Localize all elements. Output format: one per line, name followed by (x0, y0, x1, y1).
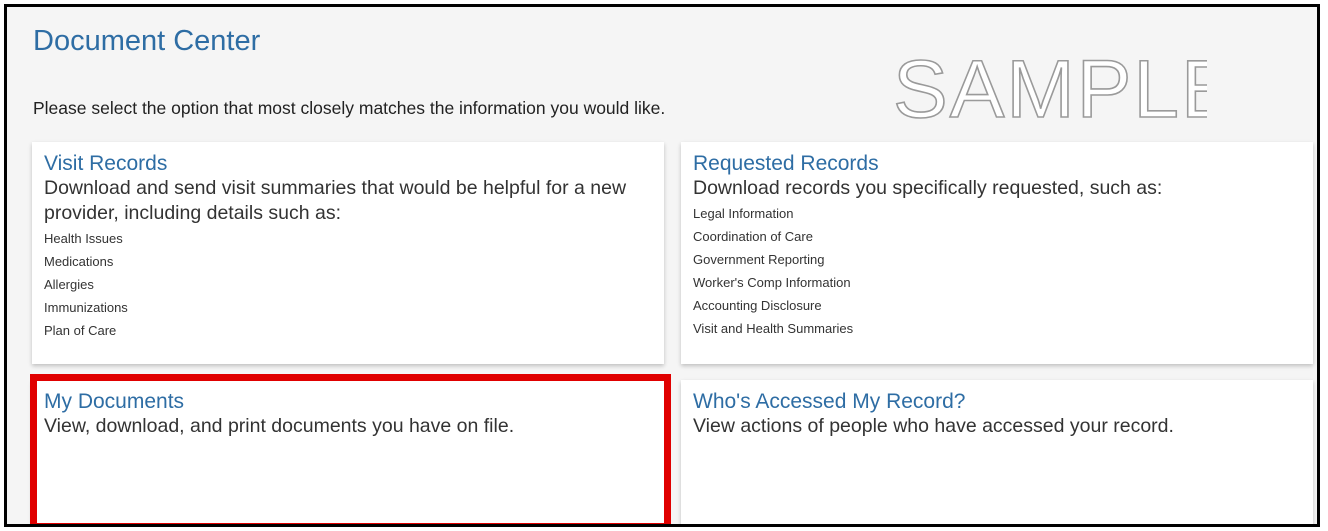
visit-records-list: Health Issues Medications Allergies Immu… (44, 227, 652, 342)
whos-accessed-title[interactable]: Who's Accessed My Record? (693, 390, 1301, 414)
visit-records-card[interactable]: Visit Records Download and send visit su… (32, 142, 664, 364)
list-item: Accounting Disclosure (693, 298, 822, 313)
whos-accessed-card[interactable]: Who's Accessed My Record? View actions o… (681, 380, 1313, 524)
document-center-panel: Document Center SAMPLE Please select the… (4, 4, 1320, 527)
list-item: Plan of Care (44, 323, 117, 338)
list-item: Visit and Health Summaries (693, 321, 854, 336)
requested-records-description: Download records you specifically reques… (693, 177, 1163, 199)
my-documents-description: View, download, and print documents you … (44, 415, 515, 437)
list-item: Legal Information (693, 206, 794, 221)
whos-accessed-description: View actions of people who have accessed… (693, 415, 1174, 437)
requested-records-list: Legal Information Coordination of Care G… (693, 202, 1301, 340)
page-title: Document Center (33, 25, 261, 57)
list-item: Medications (44, 254, 114, 269)
requested-records-title[interactable]: Requested Records (693, 152, 1301, 176)
list-item: Allergies (44, 277, 94, 292)
my-documents-card[interactable]: My Documents View, download, and print d… (32, 380, 664, 524)
list-item: Government Reporting (693, 252, 825, 267)
my-documents-title[interactable]: My Documents (44, 390, 652, 414)
list-item: Health Issues (44, 231, 123, 246)
sample-watermark: SAMPLE (892, 45, 1207, 125)
requested-records-card[interactable]: Requested Records Download records you s… (681, 142, 1313, 364)
visit-records-description: Download and send visit summaries that w… (44, 177, 627, 224)
list-item: Coordination of Care (693, 229, 813, 244)
list-item: Worker's Comp Information (693, 275, 851, 290)
watermark-text: SAMPLE (893, 45, 1207, 125)
visit-records-title[interactable]: Visit Records (44, 152, 652, 176)
instructions-text: Please select the option that most close… (33, 98, 666, 118)
list-item: Immunizations (44, 300, 128, 315)
